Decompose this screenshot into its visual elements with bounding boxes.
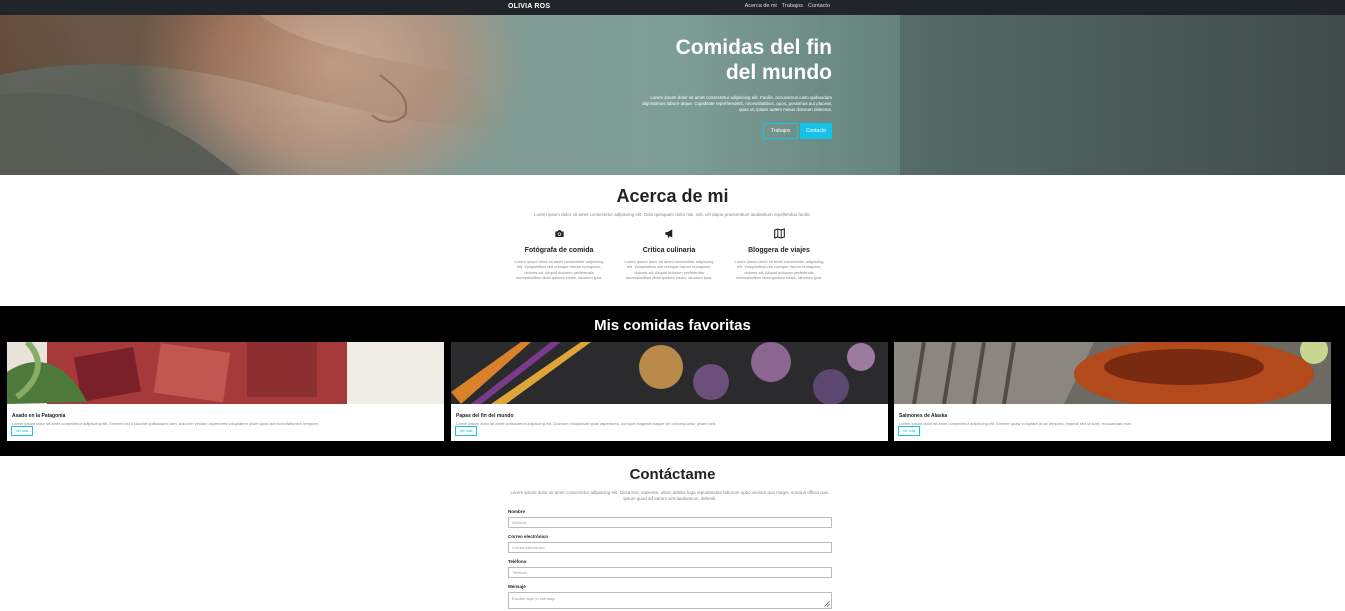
food-card-text: Lorem ipsum dolor sit amet consectetur a… [456,421,717,426]
feature-travel-blogger: Bloggera de viajes Lorem ipsum dolor sit… [733,228,825,280]
hero-title-line2: del mundo [725,61,832,84]
contact-title: Contáctame [629,466,716,483]
feature-food-photographer: Fotógrafa de comida Lorem ipsum dolor si… [513,228,605,280]
email-label: Correo electrónico [508,534,549,539]
see-more-button[interactable]: Ver más [898,426,920,436]
contact-button[interactable]: Contacto [800,123,833,139]
see-more-button[interactable]: Ver más [11,426,33,436]
feature-text: Lorem ipsum dolor sit amet consectetur a… [624,259,714,280]
hero-title: Comidas del fin del mundo [660,35,832,85]
resize-handle-icon[interactable] [824,601,830,607]
nav-link-works[interactable]: Trabajos [782,3,803,9]
feature-title: Fotógrafa de comida [524,247,594,254]
top-navbar: OLIVIA ROS Acerca de mi Trabajos Contact… [0,0,1345,15]
see-more-button[interactable]: Ver más [455,426,477,436]
brand-logo[interactable]: OLIVIA ROS [508,3,550,10]
feature-text: Lorem ipsum dolor sit amet consectetur a… [514,259,604,280]
food-card-image [894,336,1331,409]
map-icon [773,228,785,239]
hero-title-line1: Comidas del fin [675,36,832,59]
hero-description: Lorem ipsum dolor sit amet consectetur a… [642,95,832,112]
food-card-title: Asado en la Patagonia [12,413,66,419]
nav-link-about[interactable]: Acerca de mi [745,3,777,9]
message-textarea[interactable]: Escribe aquí tu mensaje [508,592,832,609]
nav-link-contact[interactable]: Contacto [808,3,830,9]
camera-icon [554,230,564,237]
food-card-image [7,339,444,404]
feature-food-critic: Crítica culinaria Lorem ipsum dolor sit … [623,228,715,280]
name-input[interactable]: Nombre [508,517,832,528]
message-placeholder: Escribe aquí tu mensaje [512,596,555,601]
about-title: Acerca de mi [616,186,729,206]
contact-intro: Lorem ipsum dolor sit amet consectetur a… [510,490,830,501]
food-card-title: Papas del fin del mundo [456,413,514,419]
food-card-text: Lorem ipsum dolor sit amet consectetur a… [12,421,320,426]
favorites-title: Mis comidas favoritas [594,317,751,334]
email-input[interactable]: Correo electrónico [508,542,832,553]
food-card: Asado en la Patagonia Lorem ipsum dolor … [7,339,444,441]
megaphone-icon [664,229,672,238]
feature-title: Crítica culinaria [642,247,696,254]
nav-links: Acerca de mi Trabajos Contacto [745,3,830,9]
food-card: Salmones de Alaska Lorem ipsum dolor sit… [894,336,1331,441]
name-label: Nombre [508,509,526,514]
message-label: Mensaje [508,584,526,589]
feature-title: Bloggera de viajes [748,247,810,254]
phone-input[interactable]: Teléfono [508,567,832,578]
works-button[interactable]: Trabajos [763,123,799,139]
about-intro: Lorem ipsum dolor sit amet consectetur a… [534,212,811,217]
food-card: Papas del fin del mundo Lorem ipsum dolo… [451,342,888,441]
hero-banner: Comidas del fin del mundo Lorem ipsum do… [0,15,1345,175]
food-card-text: Lorem ipsum dolor sit amet consectetur a… [899,421,1133,426]
favorites-section: Mis comidas favoritas Asado en la Patago… [0,306,1345,456]
food-card-image [451,342,888,405]
food-card-title: Salmones de Alaska [899,413,948,419]
phone-label: Teléfono [508,559,527,564]
feature-text: Lorem ipsum dolor sit amet consectetur a… [734,259,824,280]
